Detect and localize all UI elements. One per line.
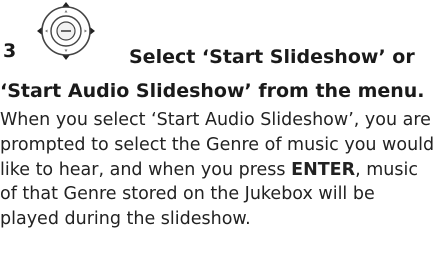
instruction-paragraph: When you select ‘Start Audio Slideshow’,… xyxy=(0,108,439,232)
heading-line-2: ‘Start Audio Slideshow’ from the menu. xyxy=(0,80,425,102)
heading-line-1: Select ‘Start Slideshow’ or xyxy=(129,46,415,68)
enter-key-label: ENTER xyxy=(291,159,356,180)
step-heading: Select ‘Start Slideshow’ or ‘Start Audio… xyxy=(0,40,439,108)
